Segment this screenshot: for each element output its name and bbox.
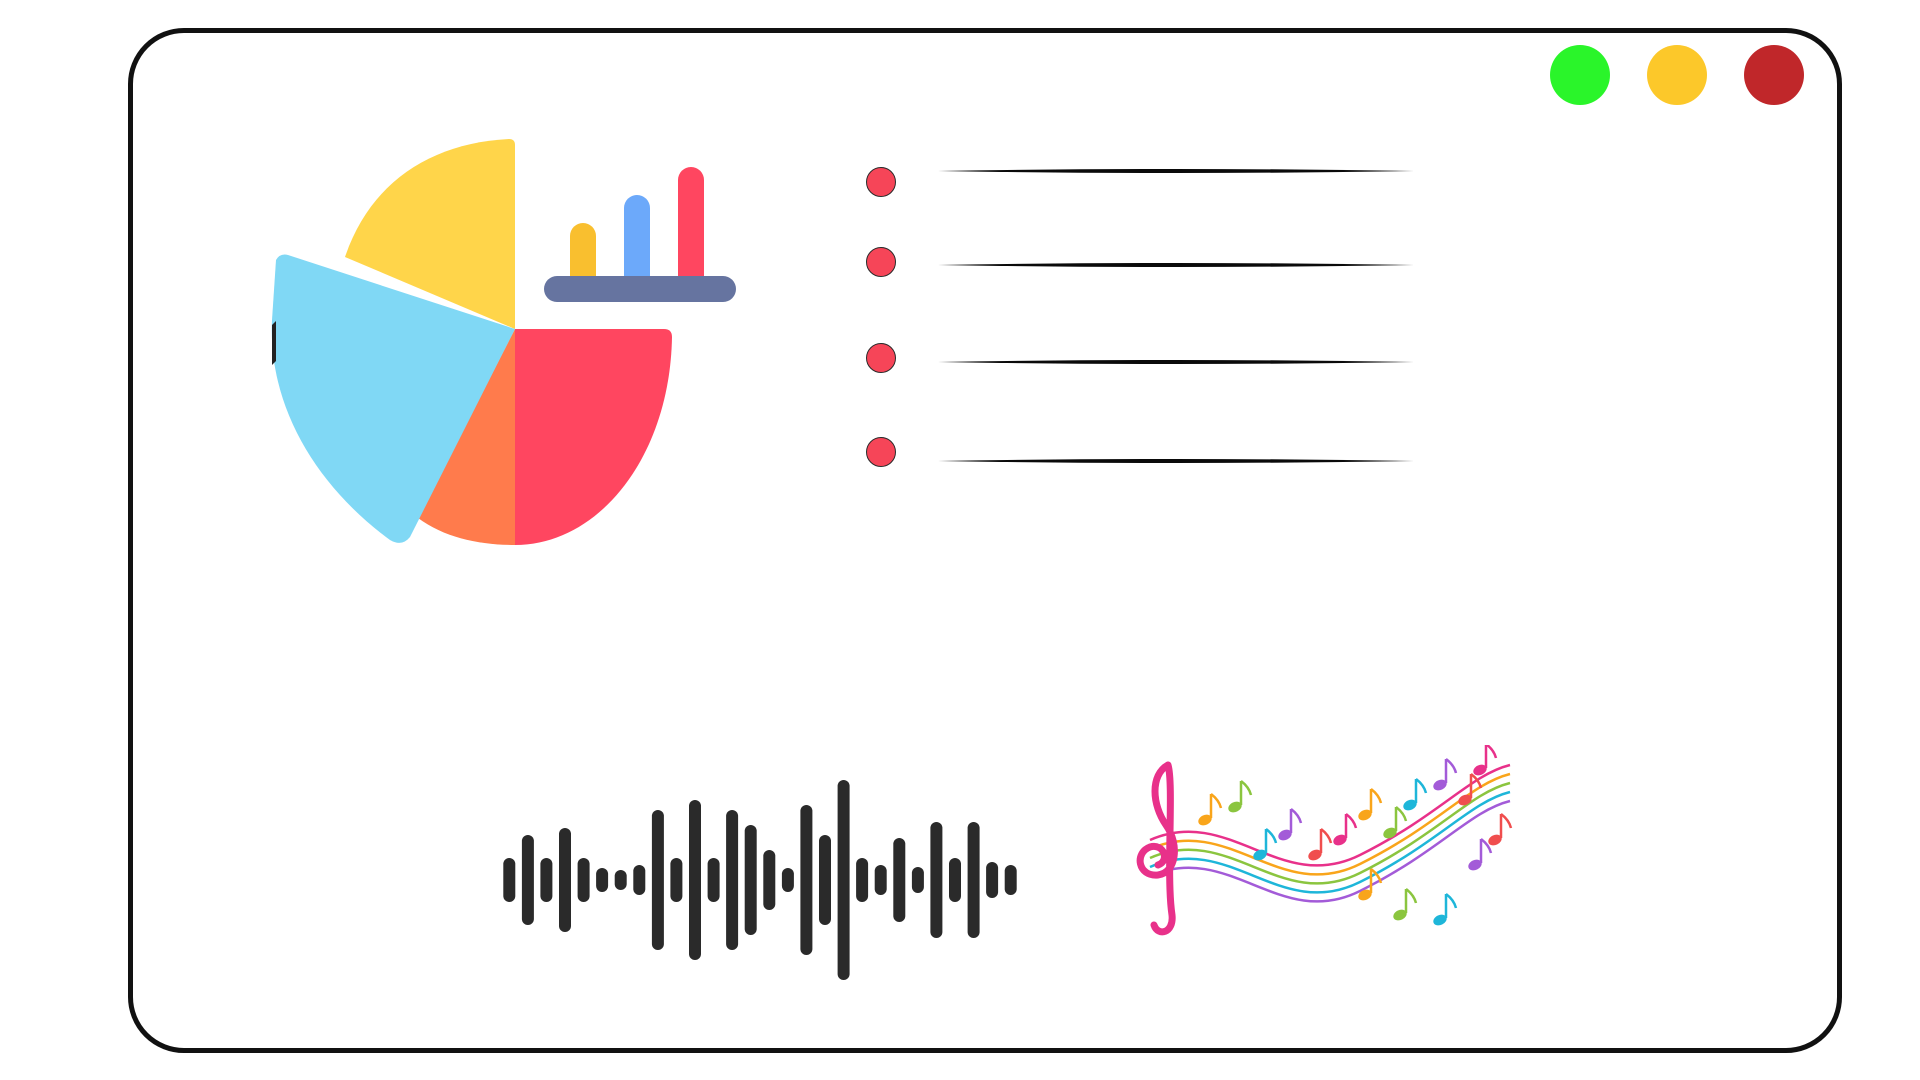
waveform-bar [689,800,701,960]
music-notes-icon [1136,745,1513,936]
music-note-icon [1488,813,1513,846]
waveform-bar [893,838,906,922]
waveform-bar [744,825,757,935]
waveform-bar [837,780,850,980]
waveform-bar [819,835,831,925]
waveform-bar [930,822,943,938]
waveform-bar [633,865,646,895]
waveform-bar [967,822,980,938]
analytics-illustration [271,139,736,545]
music-note-icon [1393,888,1418,921]
waveform-bar [503,858,516,902]
waveform-bar [670,858,683,902]
waveform-bar [651,810,664,950]
waveform-bar [781,868,794,892]
music-note-icon [1433,758,1458,791]
music-note-icon [1198,793,1223,826]
music-note-icon [1433,893,1458,926]
music-note-icon [1278,808,1303,841]
waveform-bar [856,858,869,902]
waveform-bar [874,865,887,895]
waveform-bar [726,810,739,950]
pie-slice-red [515,329,672,545]
audio-waveform-icon [503,780,1017,980]
waveform-bar [800,805,813,955]
music-note-icon [1383,806,1408,839]
waveform-bar [614,870,627,890]
waveform-bar [763,850,776,910]
music-note-icon [1308,828,1333,861]
waveform-bar [559,828,571,932]
bar-chart-baseline [544,276,736,302]
music-note-icon [1468,838,1493,871]
music-note-icon [1403,778,1428,811]
waveform-bar [540,858,553,902]
minimize-button[interactable] [1647,45,1707,105]
pie-edge-shadow [272,321,276,365]
treble-clef-icon [1136,761,1178,936]
waveform-bar [911,867,924,893]
waveform-bar [986,862,999,898]
waveform-bar [577,858,590,902]
waveform-bar [949,858,961,902]
maximize-button[interactable] [1550,45,1610,105]
waveform-bar [1004,865,1017,895]
waveform-bar [596,868,609,892]
waveform-bar [707,858,720,902]
music-note-icon [1333,813,1358,846]
music-note-icon [1228,780,1253,813]
bar-red [678,167,704,293]
close-button[interactable] [1744,45,1804,105]
waveform-bar [521,835,534,925]
music-note-icon [1358,788,1383,821]
music-note-icon [1253,828,1278,861]
